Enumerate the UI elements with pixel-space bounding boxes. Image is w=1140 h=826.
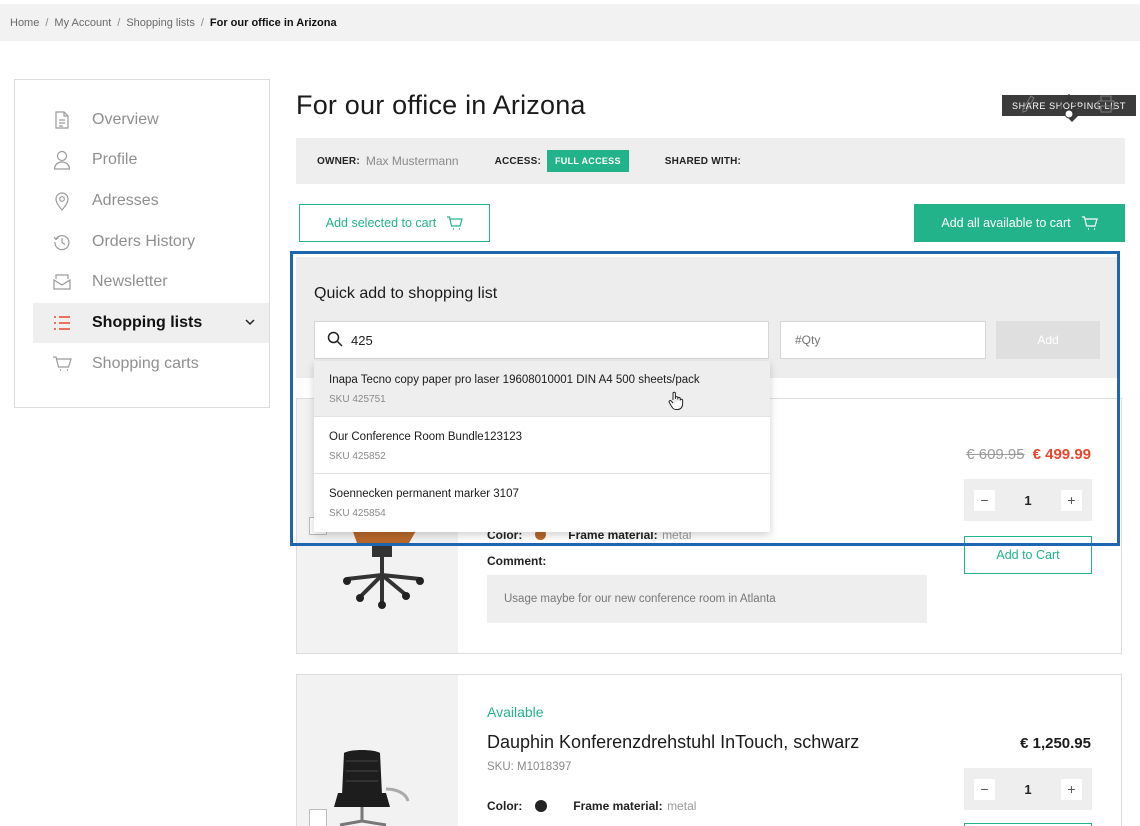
sidebar-item-overview[interactable]: Overview	[33, 100, 269, 140]
sidebar-item-label: Orders History	[92, 233, 196, 250]
shared-with-label: SHARED WITH:	[664, 155, 742, 167]
pencil-icon	[1021, 94, 1035, 119]
print-button[interactable]	[1094, 94, 1118, 118]
availability-status: Available	[487, 704, 544, 720]
comment-label: Comment:	[487, 554, 547, 568]
add-all-available-to-cart-button[interactable]: Add all available to cart	[914, 204, 1125, 242]
sidebar-item-shopping-carts[interactable]: Shopping carts	[33, 344, 269, 384]
sidebar-item-label: Profile	[92, 151, 138, 168]
frame-material-value: metal	[667, 799, 697, 813]
comment-field[interactable]: Usage maybe for our new conference room …	[487, 575, 927, 623]
office-chair-image	[334, 750, 410, 826]
color-swatch	[534, 799, 547, 812]
sidebar-item-label: Newsletter	[92, 273, 168, 290]
sidebar-item-newsletter[interactable]: Newsletter	[33, 262, 269, 302]
document-icon	[51, 109, 73, 131]
increment-button[interactable]: +	[1060, 778, 1082, 800]
breadcrumb-bar: Home / My Account / Shopping lists / For our o…	[0, 4, 1140, 41]
cart-icon	[446, 215, 464, 231]
breadcrumb: Home / My Account / Shopping lists / For our o…	[10, 17, 337, 29]
sidebar-item-profile[interactable]: Profile	[33, 140, 269, 180]
product-name[interactable]: Dauphin Konferenzdrehstuhl InTouch, schw…	[487, 732, 859, 753]
color-label: Color:	[487, 799, 523, 813]
add-all-label: Add all available to cart	[941, 216, 1071, 230]
user-icon	[51, 149, 73, 171]
frame-material-label: Frame material:	[573, 799, 663, 813]
edit-button[interactable]	[1016, 94, 1040, 118]
product-attributes: Color: Frame material: metal	[487, 797, 696, 815]
sidebar-item-label: Overview	[92, 111, 159, 128]
sidebar-item-label: Shopping carts	[92, 355, 199, 372]
cart-icon	[1081, 215, 1098, 231]
share-button[interactable]	[1057, 93, 1081, 120]
account-sidebar: Overview Profile Adresses Orders History…	[14, 79, 270, 408]
breadcrumb-current: For our office in Arizona	[209, 17, 337, 29]
product-price: € 1,250.95	[1020, 735, 1091, 752]
list-icon	[51, 312, 73, 334]
access-badge: FULL ACCESS	[546, 150, 629, 172]
quantity-stepper: − 1 +	[964, 768, 1092, 810]
add-selected-to-cart-button[interactable]: Add selected to cart	[299, 204, 490, 242]
sidebar-item-label: Adresses	[92, 192, 159, 209]
chevron-down-icon[interactable]	[243, 315, 257, 329]
sidebar-item-label: Shopping lists	[92, 314, 203, 331]
sidebar-item-shopping-lists[interactable]: Shopping lists	[33, 303, 269, 343]
list-info-bar: OWNER: Max Mustermann ACCESS: FULL ACCES…	[296, 138, 1125, 184]
owner-label: OWNER:	[317, 155, 360, 167]
breadcrumb-my-account[interactable]: My Account	[54, 17, 111, 29]
sidebar-item-adresses[interactable]: Adresses	[33, 181, 269, 221]
decrement-button[interactable]: −	[974, 778, 995, 800]
product-sku: SKU: M1018397	[487, 761, 572, 773]
page-title: For our office in Arizona	[296, 90, 586, 120]
product-image-area	[297, 675, 458, 826]
quick-add-highlight-frame	[290, 251, 1120, 546]
printer-icon	[1096, 94, 1116, 118]
breadcrumb-home[interactable]: Home	[10, 17, 39, 29]
quantity-value[interactable]: 1	[1024, 782, 1031, 797]
location-pin-icon	[51, 190, 73, 212]
breadcrumb-shopping-lists[interactable]: Shopping lists	[126, 17, 195, 29]
product-select-checkbox[interactable]	[309, 809, 327, 826]
sidebar-item-orders-history[interactable]: Orders History	[33, 222, 269, 262]
product-card: Available Dauphin Konferenzdrehstuhl InT…	[296, 674, 1122, 826]
owner-value: Max Mustermann	[365, 154, 459, 168]
add-selected-label: Add selected to cart	[325, 216, 437, 230]
history-icon	[51, 231, 73, 253]
mail-icon	[51, 271, 73, 293]
share-icon	[1057, 92, 1081, 125]
access-label: ACCESS:	[494, 155, 541, 167]
cart-icon	[51, 353, 73, 375]
